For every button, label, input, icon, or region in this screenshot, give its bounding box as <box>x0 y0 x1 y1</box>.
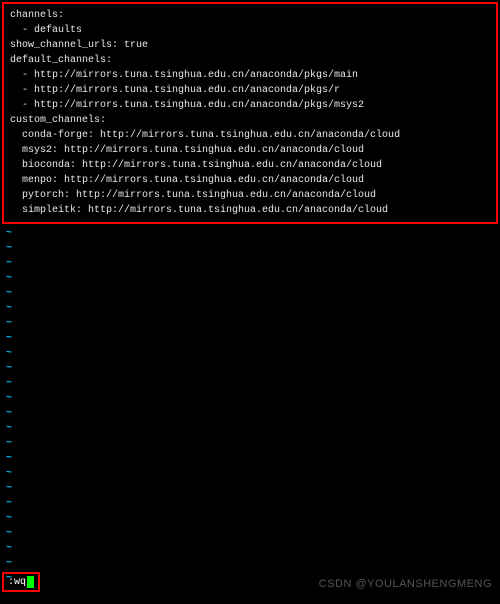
config-line: simpleitk: http://mirrors.tuna.tsinghua.… <box>10 203 490 218</box>
vim-tilde-line: ~ <box>6 346 494 361</box>
vim-tilde-line: ~ <box>6 391 494 406</box>
vim-tilde-line: ~ <box>6 541 494 556</box>
vim-tilde-line: ~ <box>6 511 494 526</box>
config-line: - http://mirrors.tuna.tsinghua.edu.cn/an… <box>10 68 490 83</box>
vim-tilde-line: ~ <box>6 331 494 346</box>
vim-tilde-line: ~ <box>6 376 494 391</box>
vim-tilde-line: ~ <box>6 496 494 511</box>
vim-tilde-line: ~ <box>6 556 494 571</box>
vim-command: :wq <box>8 577 26 588</box>
config-line: - http://mirrors.tuna.tsinghua.edu.cn/an… <box>10 98 490 113</box>
config-line: channels: <box>10 8 490 23</box>
config-line: - defaults <box>10 23 490 38</box>
vim-tilde-line: ~ <box>6 436 494 451</box>
vim-command-box[interactable]: :wq <box>2 572 40 592</box>
vim-tilde-line: ~ <box>6 316 494 331</box>
config-line: show_channel_urls: true <box>10 38 490 53</box>
vim-tilde-line: ~ <box>6 241 494 256</box>
config-line: custom_channels: <box>10 113 490 128</box>
vim-tilde-line: ~ <box>6 301 494 316</box>
config-line: default_channels: <box>10 53 490 68</box>
config-line: conda-forge: http://mirrors.tuna.tsinghu… <box>10 128 490 143</box>
vim-tilde-line: ~ <box>6 226 494 241</box>
cursor-icon <box>27 576 34 588</box>
vim-tilde-line: ~ <box>6 421 494 436</box>
config-line: bioconda: http://mirrors.tuna.tsinghua.e… <box>10 158 490 173</box>
vim-tilde-line: ~ <box>6 256 494 271</box>
vim-tilde-line: ~ <box>6 406 494 421</box>
config-line: msys2: http://mirrors.tuna.tsinghua.edu.… <box>10 143 490 158</box>
vim-tilde-line: ~ <box>6 286 494 301</box>
vim-tilde-line: ~ <box>6 361 494 376</box>
vim-empty-lines: ~~~~~~~~~~~~~~~~~~~~~~~~ <box>0 226 500 586</box>
watermark-text: CSDN @YOULANSHENGMENG <box>319 578 492 590</box>
config-line: pytorch: http://mirrors.tuna.tsinghua.ed… <box>10 188 490 203</box>
vim-tilde-line: ~ <box>6 466 494 481</box>
config-content-box: channels: - defaultsshow_channel_urls: t… <box>2 2 498 224</box>
config-line: - http://mirrors.tuna.tsinghua.edu.cn/an… <box>10 83 490 98</box>
vim-tilde-line: ~ <box>6 526 494 541</box>
vim-tilde-line: ~ <box>6 271 494 286</box>
vim-tilde-line: ~ <box>6 451 494 466</box>
config-line: menpo: http://mirrors.tuna.tsinghua.edu.… <box>10 173 490 188</box>
vim-tilde-line: ~ <box>6 481 494 496</box>
